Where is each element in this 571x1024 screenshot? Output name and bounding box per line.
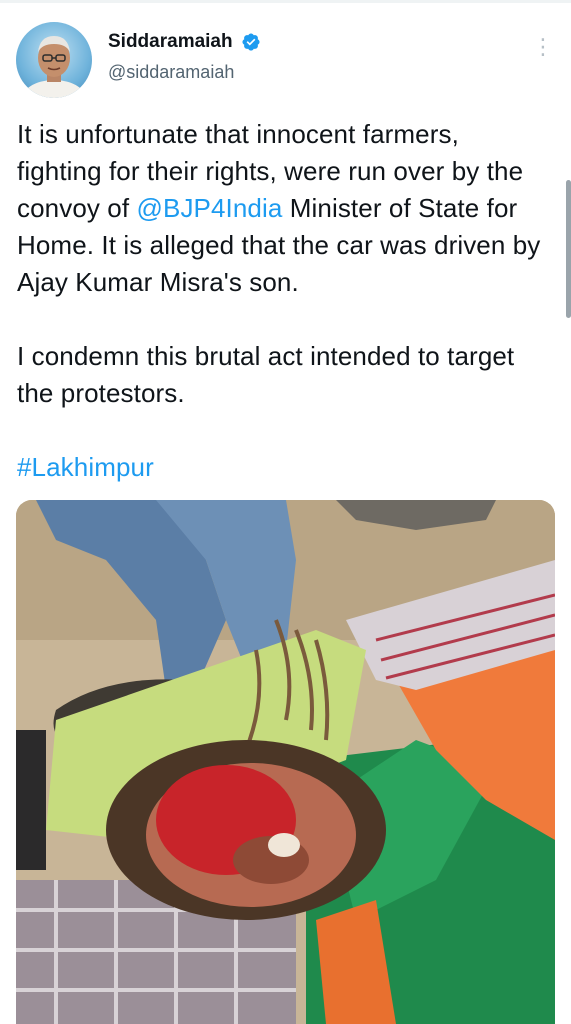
photo-graphic bbox=[16, 500, 555, 1024]
tweet-media-image[interactable] bbox=[16, 500, 555, 1024]
tweet-header: Siddaramaiah @siddaramaiah ⋮ bbox=[16, 22, 556, 98]
tweet-paragraph-1: It is unfortunate that innocent farmers,… bbox=[17, 116, 542, 301]
author-info: Siddaramaiah @siddaramaiah bbox=[108, 30, 261, 84]
scrollbar[interactable] bbox=[566, 180, 571, 318]
author-handle[interactable]: @siddaramaiah bbox=[108, 60, 261, 84]
top-divider bbox=[0, 0, 571, 3]
tweet-body: It is unfortunate that innocent farmers,… bbox=[17, 116, 542, 486]
verified-badge-icon bbox=[241, 32, 261, 52]
profile-avatar[interactable] bbox=[16, 22, 92, 98]
more-vertical-icon[interactable]: ⋮ bbox=[532, 34, 554, 60]
mention-link[interactable]: @BJP4India bbox=[137, 193, 283, 223]
tweet-hashtag-line: #Lakhimpur bbox=[17, 449, 542, 486]
avatar-portrait-icon bbox=[20, 36, 88, 98]
tweet-paragraph-2: I condemn this brutal act intended to ta… bbox=[17, 341, 515, 408]
author-display-name[interactable]: Siddaramaiah bbox=[108, 30, 233, 54]
hashtag-link[interactable]: #Lakhimpur bbox=[17, 452, 154, 482]
